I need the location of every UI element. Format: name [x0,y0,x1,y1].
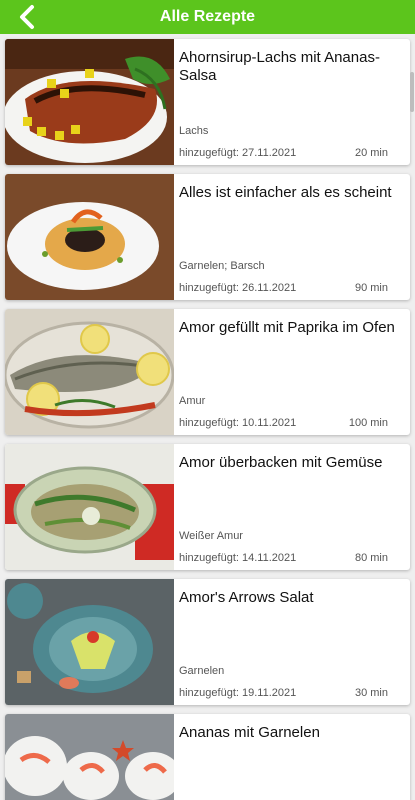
page-title: Alle Rezepte [159,8,256,25]
recipe-list[interactable]: Ahornsirup-Lachs mit Ananas-Salsa Lachs … [0,34,415,800]
recipe-time: 90 min [354,282,388,294]
recipe-name: Alles ist einfacher als es scheint [179,184,392,201]
recipe-card[interactable]: Amor überbacken mit Gemüse Weißer Amur h… [5,444,410,570]
recipe-added-date: hinzugefügt: 27.11.2021 [179,147,297,159]
recipe-image [5,174,174,300]
recipe-card[interactable]: Amor gefüllt mit Paprika im Ofen Amur hi… [5,309,410,435]
recipe-name: Amor überbacken mit Gemüse [179,454,383,471]
recipe-category: Garnelen [179,665,225,677]
recipe-added-date: hinzugefügt: 10.11.2021 [179,417,297,429]
recipe-time: 80 min [354,552,388,564]
recipe-name: Ananas mit Garnelen [179,724,320,741]
scrollbar[interactable] [410,72,414,112]
recipe-time: 100 min [348,417,388,429]
recipe-added-date: hinzugefügt: 19.11.2021 [179,687,297,699]
recipe-card[interactable]: Alles ist einfacher als es scheint Garne… [5,174,410,300]
recipe-image [5,39,174,165]
recipe-image [5,579,174,705]
recipe-category: Lachs [179,125,209,137]
recipe-added-date: hinzugefügt: 14.11.2021 [179,552,297,564]
recipe-time: 20 min [354,147,388,159]
recipe-category: Amur [179,395,206,407]
recipe-image [5,309,174,435]
app-header: Alle Rezepte [0,0,415,34]
recipe-category: Garnelen; Barsch [179,260,265,272]
recipe-added-date: hinzugefügt: 26.11.2021 [179,282,297,294]
recipe-image [5,714,174,800]
recipe-name: Amor gefüllt mit Paprika im Ofen [179,319,395,336]
recipe-name: Amor's Arrows Salat [179,589,314,606]
recipe-image [5,444,174,570]
recipe-card[interactable]: Ananas mit Garnelen [5,714,410,800]
recipe-card[interactable]: Ahornsirup-Lachs mit Ananas-Salsa Lachs … [5,39,410,165]
recipe-category: Weißer Amur [179,530,243,542]
recipe-time: 30 min [354,687,388,699]
recipe-card[interactable]: Amor's Arrows Salat Garnelen hinzugefügt… [5,579,410,705]
recipe-name: Ahornsirup-Lachs mit Ananas-Salsa [179,49,380,84]
